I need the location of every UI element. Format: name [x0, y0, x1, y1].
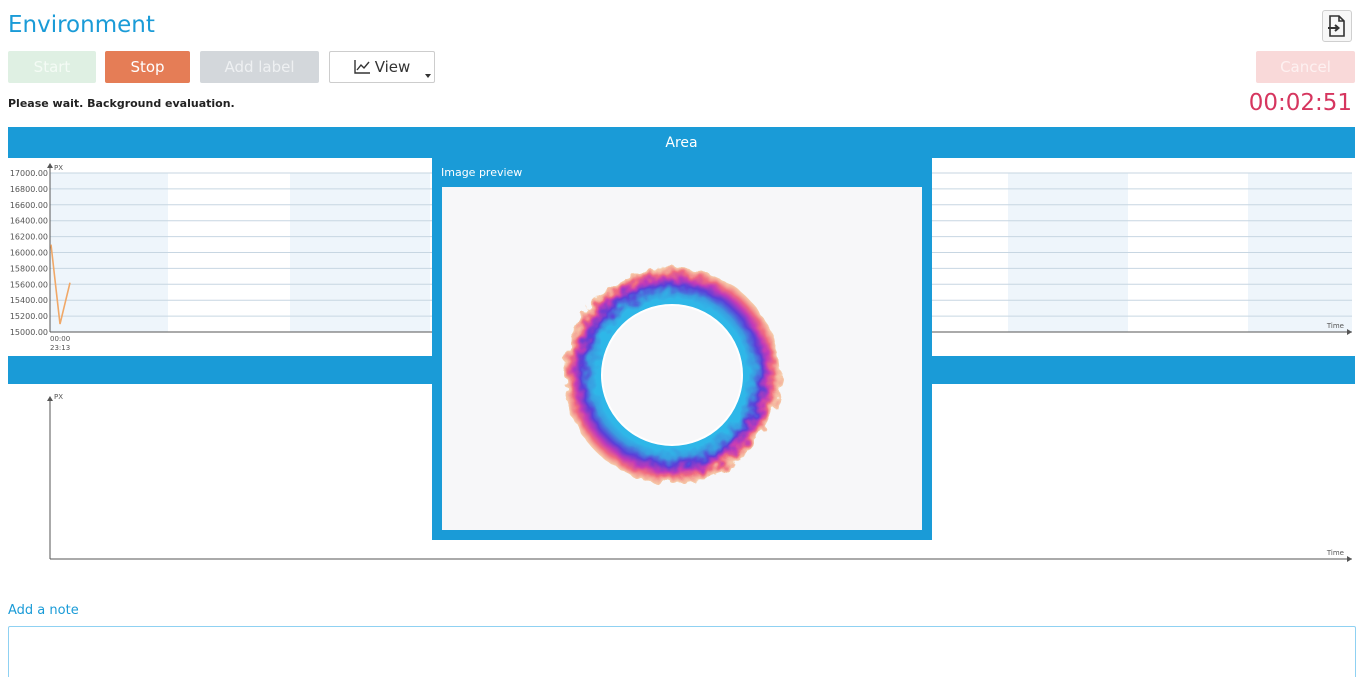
y-tick-label: 17000.00: [10, 169, 48, 178]
image-preview-dialog: Image preview: [432, 157, 932, 540]
y-tick-label: 16000.00: [10, 249, 48, 258]
y-axis-arrow: [47, 396, 53, 401]
note-input[interactable]: [8, 626, 1356, 677]
x-axis-arrow: [1347, 556, 1352, 562]
y-axis-label: PX: [54, 393, 63, 401]
ring-image: [564, 267, 780, 483]
x-tick-label: 00:00: [50, 335, 70, 343]
preview-image: [442, 187, 922, 530]
x-axis-label: Time: [1326, 322, 1344, 330]
y-axis-label: PX: [54, 164, 63, 172]
x-tick-label: 23:13: [50, 344, 70, 352]
y-tick-label: 16800.00: [10, 185, 48, 194]
x-axis-label: Time: [1326, 549, 1344, 557]
y-tick-label: 16400.00: [10, 217, 48, 226]
y-axis-arrow: [47, 163, 53, 168]
y-tick-label: 15000.00: [10, 328, 48, 337]
y-tick-label: 15200.00: [10, 312, 48, 321]
image-preview-title: Image preview: [441, 166, 523, 179]
y-tick-label: 15400.00: [10, 296, 48, 305]
add-note-label: Add a note: [8, 603, 79, 618]
y-tick-label: 15800.00: [10, 264, 48, 273]
y-tick-label: 16200.00: [10, 233, 48, 242]
y-tick-label: 16600.00: [10, 201, 48, 210]
y-tick-label: 15600.00: [10, 280, 48, 289]
